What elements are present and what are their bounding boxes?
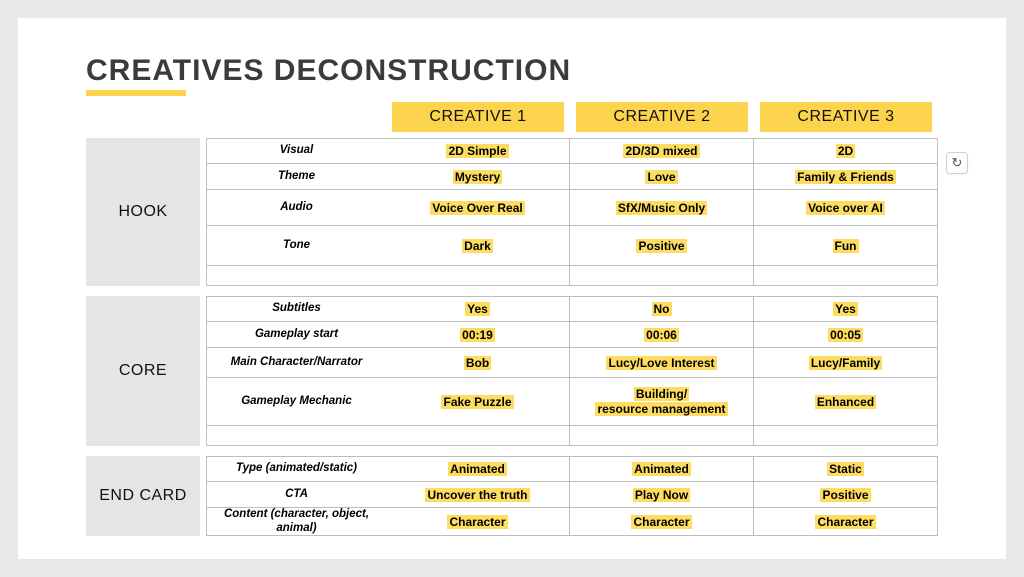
table-cell: No — [570, 296, 754, 322]
table-cell: Building/resource management — [570, 378, 754, 426]
row-label: Content (character, object, animal) — [206, 508, 386, 536]
table-cell: Animated — [386, 456, 570, 482]
table-cell: 2D Simple — [386, 138, 570, 164]
table-cell: Dark — [386, 226, 570, 266]
table-cell: Bob — [386, 348, 570, 378]
table-cell: Uncover the truth — [386, 482, 570, 508]
comparison-table: CREATIVE 1 CREATIVE 2 CREATIVE 3 HOOKVisual… — [86, 102, 938, 536]
row-label: Theme — [206, 164, 386, 190]
row-label: Type (animated/static) — [206, 456, 386, 482]
table-cell: 00:19 — [386, 322, 570, 348]
row-label: Visual — [206, 138, 386, 164]
table-cell: Play Now — [570, 482, 754, 508]
table-cell: Static — [754, 456, 938, 482]
table-cell: Voice Over Real — [386, 190, 570, 226]
section-label: END CARD — [86, 456, 200, 536]
row-label: Gameplay start — [206, 322, 386, 348]
row-label: Main Character/Narrator — [206, 348, 386, 378]
page-title: CREATIVES DECONSTRUCTION — [86, 54, 938, 88]
table-cell: Character — [570, 508, 754, 536]
section-label: HOOK — [86, 138, 200, 286]
column-header: CREATIVE 3 — [760, 102, 932, 132]
table-cell: Positive — [570, 226, 754, 266]
table-cell: Positive — [754, 482, 938, 508]
table-cell: Lucy/Love Interest — [570, 348, 754, 378]
table-cell: 2D — [754, 138, 938, 164]
table-cell: Fake Puzzle — [386, 378, 570, 426]
table-cell: SfX/Music Only — [570, 190, 754, 226]
table-cell: Yes — [754, 296, 938, 322]
table-cell: 00:06 — [570, 322, 754, 348]
table-cell: 2D/3D mixed — [570, 138, 754, 164]
row-label: Tone — [206, 226, 386, 266]
table-cell: Character — [386, 508, 570, 536]
table-cell: Lucy/Family — [754, 348, 938, 378]
table-cell: Animated — [570, 456, 754, 482]
table-cell: Love — [570, 164, 754, 190]
section-label: CORE — [86, 296, 200, 446]
table-cell: Enhanced — [754, 378, 938, 426]
column-header: CREATIVE 2 — [576, 102, 748, 132]
title-underline — [86, 90, 186, 96]
slide: CREATIVES DECONSTRUCTION CREATIVE 1CREAT… — [18, 18, 1006, 559]
refresh-icon[interactable]: ↻ — [946, 152, 968, 174]
table-cell: Family & Friends — [754, 164, 938, 190]
row-label: Subtitles — [206, 296, 386, 322]
column-header: CREATIVE 1 — [392, 102, 564, 132]
table-cell: Yes — [386, 296, 570, 322]
row-label: Audio — [206, 190, 386, 226]
table-cell: 00:05 — [754, 322, 938, 348]
table-cell: Voice over AI — [754, 190, 938, 226]
table-cell: Character — [754, 508, 938, 536]
row-label: Gameplay Mechanic — [206, 378, 386, 426]
table-cell: Fun — [754, 226, 938, 266]
table-cell: Mystery — [386, 164, 570, 190]
row-label: CTA — [206, 482, 386, 508]
